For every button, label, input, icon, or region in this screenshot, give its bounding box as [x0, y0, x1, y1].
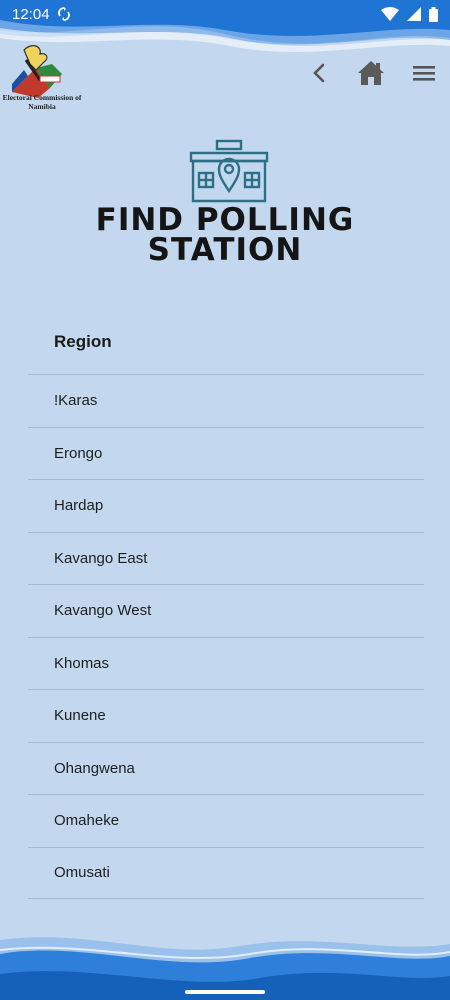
list-item[interactable]: Ohangwena [28, 741, 424, 795]
page-title: FIND POLLING STATION [0, 202, 450, 268]
status-time: 12:04 [12, 5, 50, 23]
logo-caption: Electoral Commission of Namibia [2, 93, 82, 111]
list-item[interactable]: Erongo [28, 426, 424, 480]
list-item[interactable]: Khomas [28, 636, 424, 690]
home-icon[interactable] [356, 58, 386, 88]
wifi-icon [381, 7, 399, 21]
list-item[interactable]: Omaheke [28, 794, 424, 847]
list-item[interactable]: Kavango East [28, 531, 424, 585]
polling-station-icon [189, 139, 269, 203]
bottom-wave-decoration [0, 937, 450, 1000]
sync-icon [57, 7, 70, 21]
page-title-line-1: FIND POLLING [95, 202, 355, 238]
signal-icon [407, 7, 421, 21]
list-item[interactable]: Omusati [28, 846, 424, 899]
list-header-region: Region [54, 332, 112, 351]
hamburger-menu-icon[interactable] [411, 58, 437, 88]
gesture-bar[interactable] [185, 990, 265, 994]
region-list: !Karas Erongo Hardap Kavango East Kavang… [28, 374, 424, 899]
list-item[interactable]: Hardap [28, 479, 424, 532]
chevron-left-icon[interactable] [306, 58, 332, 88]
list-item[interactable]: !Karas [28, 374, 424, 427]
status-bar: 12:04 [0, 0, 450, 28]
list-item[interactable]: Kunene [28, 689, 424, 742]
list-item[interactable]: Kavango West [28, 584, 424, 637]
page-title-line-2: STATION [147, 232, 303, 268]
battery-icon [429, 6, 438, 22]
